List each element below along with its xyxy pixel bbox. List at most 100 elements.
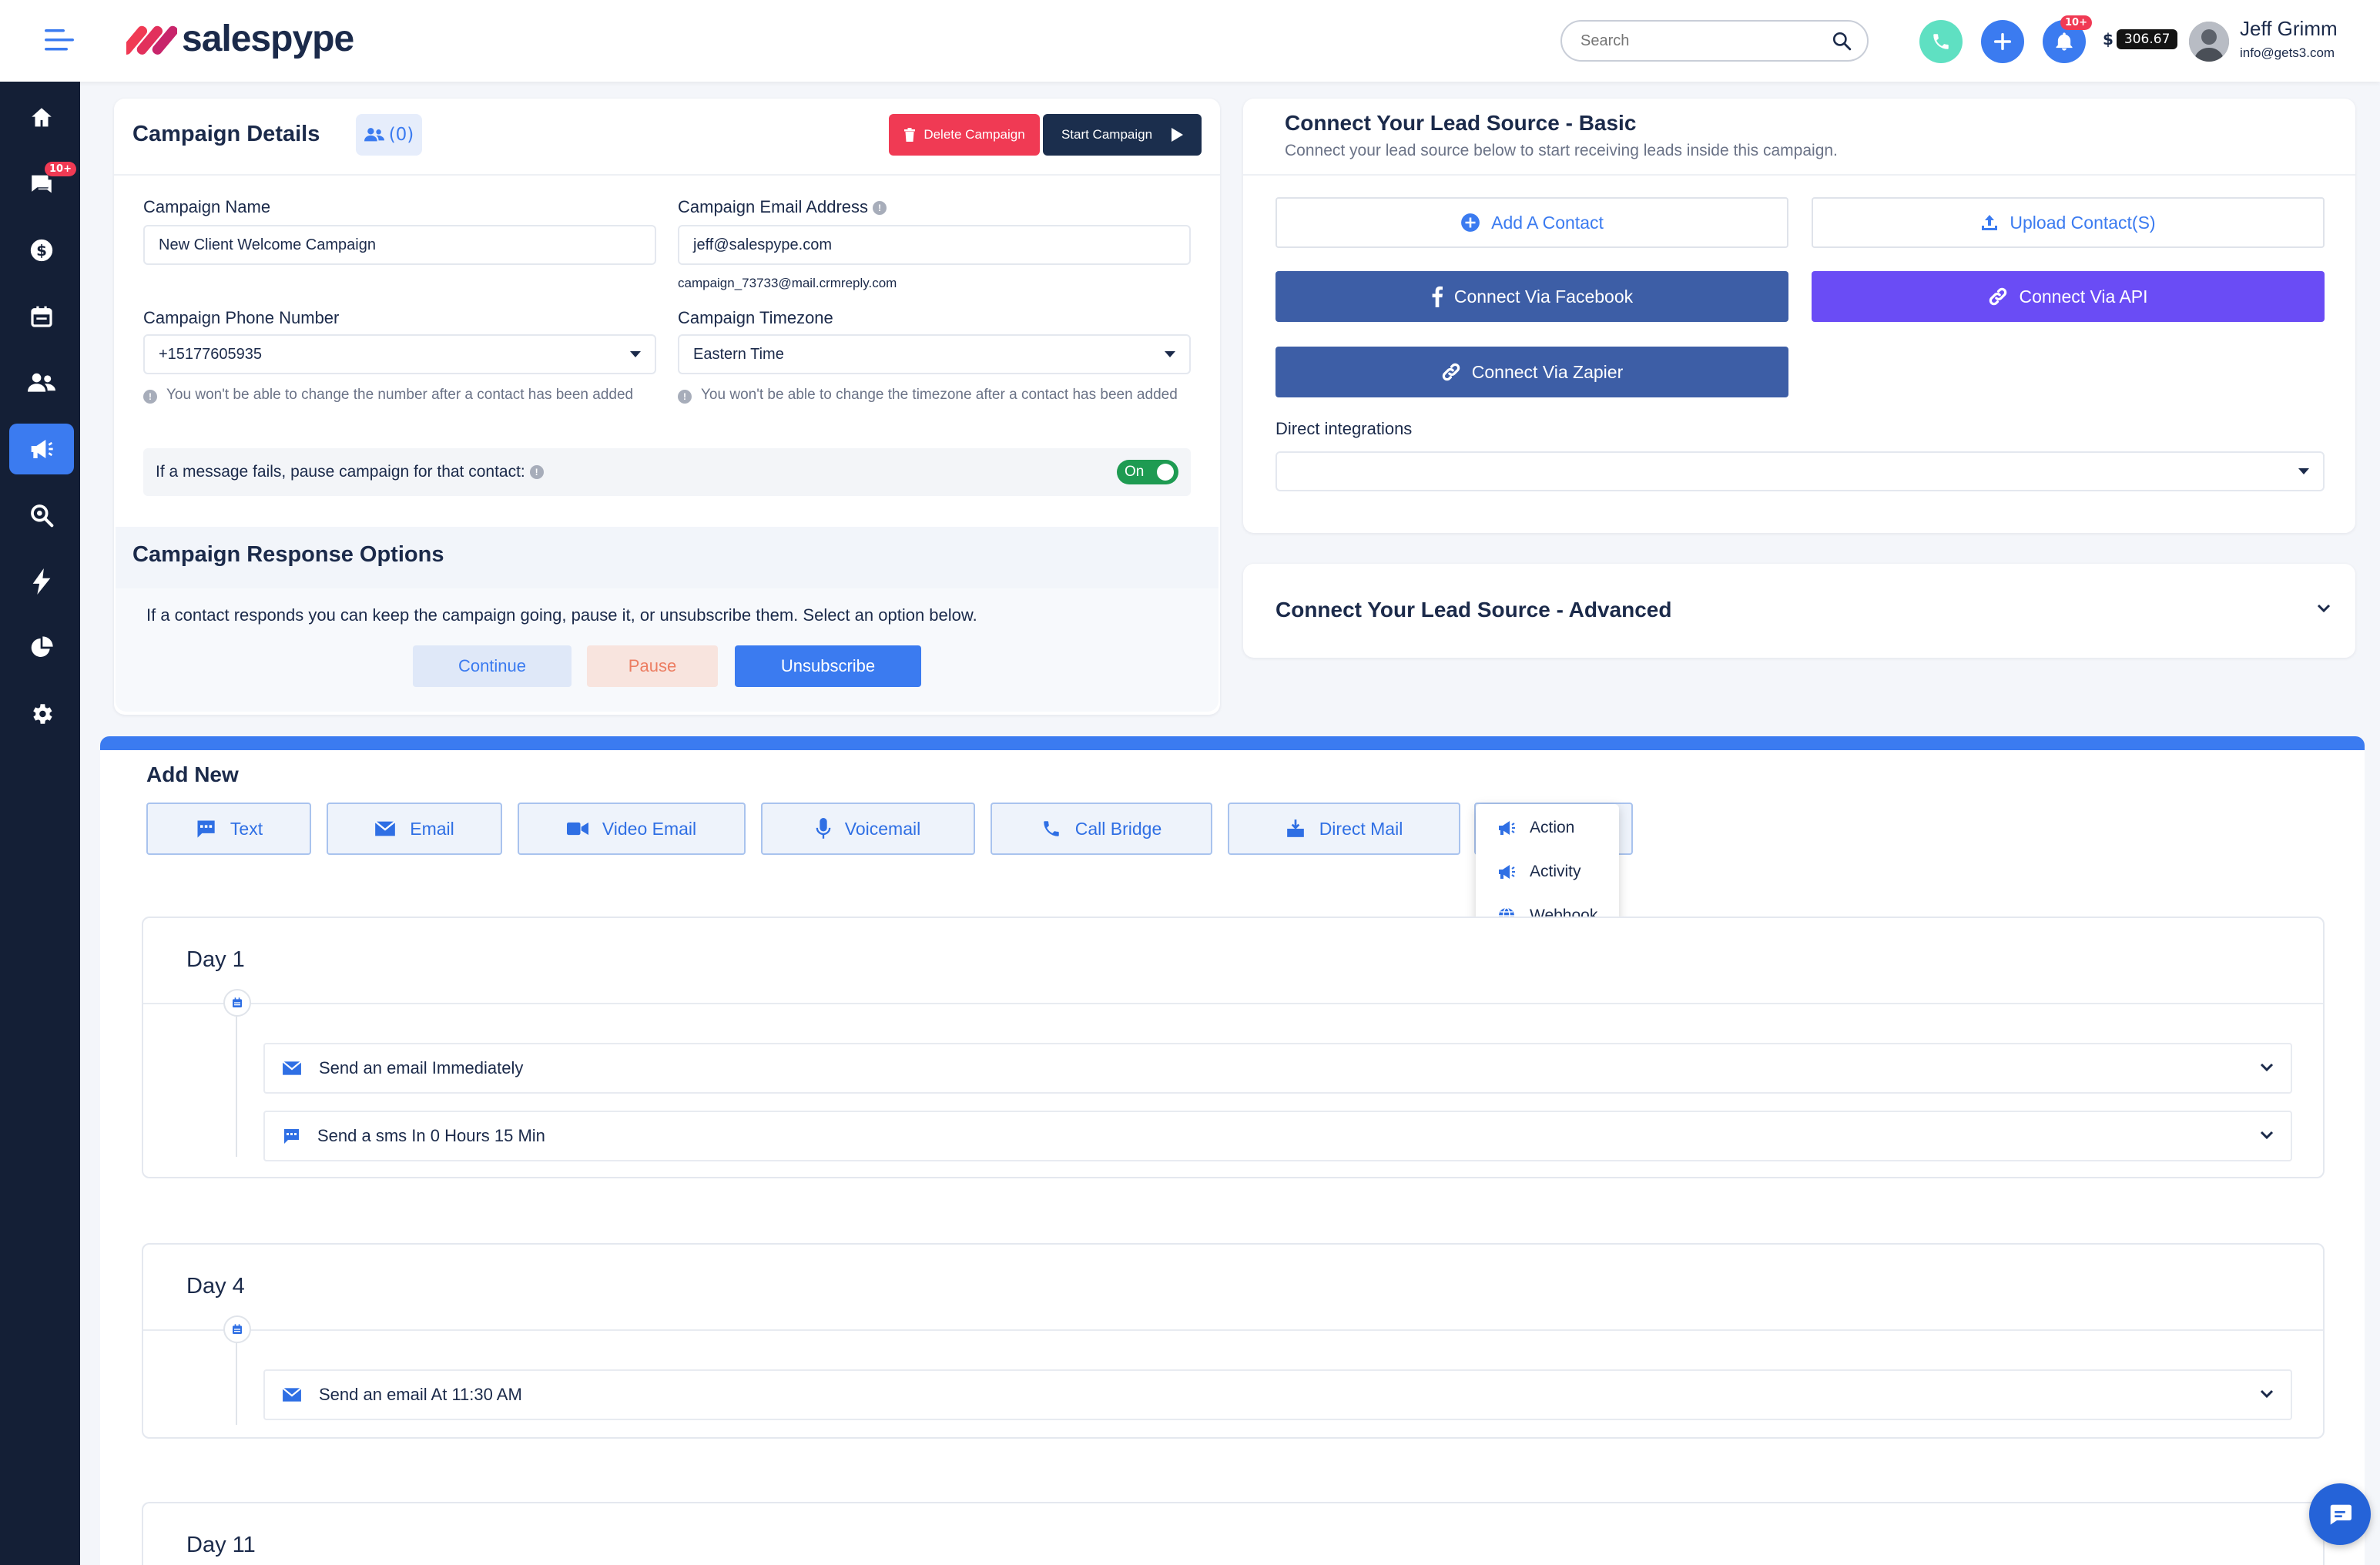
add-voicemail-button[interactable]: Voicemail [761, 803, 975, 855]
info-icon[interactable]: ! [529, 465, 544, 480]
toggle-state: On [1125, 464, 1145, 480]
start-campaign-label: Start Campaign [1061, 127, 1153, 142]
lead-source-advanced-title: Connect Your Lead Source - Advanced [1275, 598, 1672, 622]
campaign-step[interactable]: Send a sms In 0 Hours 15 Min [263, 1111, 2292, 1161]
add-email-label: Email [410, 818, 454, 839]
menu-item-action[interactable]: Action [1476, 806, 1619, 850]
connect-zapier-label: Connect Via Zapier [1471, 361, 1624, 382]
delete-campaign-button[interactable]: Delete Campaign [889, 114, 1040, 156]
microphone-icon [816, 818, 831, 839]
hamburger-menu-icon[interactable] [45, 29, 74, 51]
day-card: Day 11 [142, 1502, 2325, 1565]
pause-on-failure-toggle[interactable]: On [1117, 460, 1178, 484]
email-icon [282, 1387, 302, 1402]
lead-source-basic-subtitle: Connect your lead source below to start … [1285, 142, 1838, 159]
add-button[interactable] [1981, 20, 2024, 63]
campaign-email-input[interactable]: jeff@salespype.com [678, 225, 1191, 265]
chevron-down-icon[interactable] [2260, 1063, 2274, 1072]
chevron-down-icon[interactable] [2260, 1389, 2274, 1399]
add-video-email-button[interactable]: Video Email [518, 803, 746, 855]
contacts-count-badge[interactable]: (0) [356, 114, 422, 156]
sidebar-item-search[interactable] [9, 490, 74, 541]
pause-on-failure-row: If a message fails, pause campaign for t… [143, 448, 1191, 496]
connect-api-button[interactable]: Connect Via API [1812, 271, 2325, 322]
toggle-knob [1157, 464, 1174, 481]
timeline-calendar-marker [223, 989, 251, 1017]
chevron-down-icon [630, 351, 641, 357]
sidebar-item-messages[interactable]: 10+ [9, 159, 76, 209]
avatar[interactable] [2189, 22, 2229, 62]
connect-zapier-button[interactable]: Connect Via Zapier [1275, 347, 1788, 397]
sidebar-item-reports[interactable] [9, 622, 74, 673]
add-text-button[interactable]: Text [146, 803, 311, 855]
sidebar-item-contacts[interactable] [9, 357, 74, 408]
search-icon[interactable] [1832, 31, 1852, 51]
plus-circle-icon [1461, 213, 1480, 232]
upload-contacts-button[interactable]: Upload Contact(S) [1812, 197, 2325, 248]
timeline-line [236, 1003, 237, 1157]
card-divider [114, 174, 1220, 176]
sidebar-item-home[interactable] [9, 92, 74, 143]
step-text: Send an email Immediately [319, 1058, 524, 1077]
chat-icon [2330, 1504, 2352, 1525]
timeline-line [236, 1329, 237, 1425]
balance-display[interactable]: $ 306.67 [2103, 29, 2178, 49]
pie-chart-icon [31, 636, 53, 657]
trash-icon [904, 128, 916, 142]
user-name: Jeff Grimm [2240, 17, 2338, 40]
campaign-timezone-select[interactable]: Eastern Time [678, 334, 1191, 374]
sidebar-item-calendar[interactable] [9, 291, 74, 342]
card-divider [1243, 174, 2355, 176]
add-direct-mail-label: Direct Mail [1319, 818, 1403, 839]
campaign-name-input[interactable]: New Client Welcome Campaign [143, 225, 656, 265]
sidebar-item-automation[interactable] [9, 556, 74, 607]
notifications-button[interactable]: 10+ [2043, 15, 2092, 63]
menu-item-action-label: Action [1530, 819, 1575, 836]
people-icon [364, 128, 384, 142]
pause-button[interactable]: Pause [587, 645, 718, 687]
sidebar-item-billing[interactable]: $ [9, 225, 74, 276]
search-input[interactable] [1581, 32, 1812, 50]
chevron-down-icon[interactable] [2260, 1131, 2274, 1140]
campaign-email-value: jeff@salespype.com [693, 236, 833, 253]
chevron-down-icon[interactable] [2317, 604, 2331, 613]
connect-facebook-label: Connect Via Facebook [1453, 286, 1634, 307]
home-icon [32, 108, 52, 127]
sidebar-item-campaigns[interactable] [9, 424, 74, 474]
phone-button[interactable] [1919, 20, 1963, 63]
upload-contacts-label: Upload Contact(S) [2010, 212, 2156, 233]
add-contact-button[interactable]: Add A Contact [1275, 197, 1788, 248]
start-campaign-button[interactable]: Start Campaign [1043, 114, 1202, 156]
brand-logo[interactable]: salespype [126, 17, 354, 60]
unsubscribe-button[interactable]: Unsubscribe [735, 645, 921, 687]
add-email-button[interactable]: Email [327, 803, 502, 855]
campaign-phone-value: +15177605935 [159, 345, 263, 363]
day-title: Day 4 [186, 1274, 245, 1299]
plus-icon [1993, 32, 2012, 51]
continue-button[interactable]: Continue [413, 645, 572, 687]
search-box[interactable] [1560, 20, 1869, 62]
sms-icon [283, 1129, 299, 1144]
info-icon[interactable]: ! [873, 201, 887, 216]
campaign-step[interactable]: Send an email At 11:30 AM [263, 1369, 2292, 1420]
campaign-step[interactable]: Send an email Immediately [263, 1043, 2292, 1094]
day-card: Day 4 Send an email At 11:30 AM [142, 1243, 2325, 1439]
direct-integrations-select[interactable] [1275, 451, 2325, 491]
user-info[interactable]: Jeff Grimm info@gets3.com [2240, 17, 2338, 61]
connect-facebook-button[interactable]: Connect Via Facebook [1275, 271, 1788, 322]
sidebar-item-settings[interactable] [9, 689, 74, 739]
menu-item-activity[interactable]: Activity [1476, 850, 1619, 893]
calendar-icon [233, 997, 242, 1007]
add-call-bridge-button[interactable]: Call Bridge [991, 803, 1212, 855]
currency-symbol: $ [2103, 30, 2114, 49]
chat-widget-button[interactable] [2309, 1483, 2371, 1545]
add-call-bridge-label: Call Bridge [1074, 818, 1162, 839]
brand-name: salespype [182, 18, 354, 59]
megaphone-icon [31, 440, 53, 458]
add-text-label: Text [230, 818, 263, 839]
sms-icon [196, 820, 215, 838]
campaign-phone-select[interactable]: +15177605935 [143, 334, 656, 374]
mailbox-icon [1286, 819, 1304, 837]
chevron-down-icon [2298, 468, 2309, 474]
add-direct-mail-button[interactable]: Direct Mail [1228, 803, 1460, 855]
